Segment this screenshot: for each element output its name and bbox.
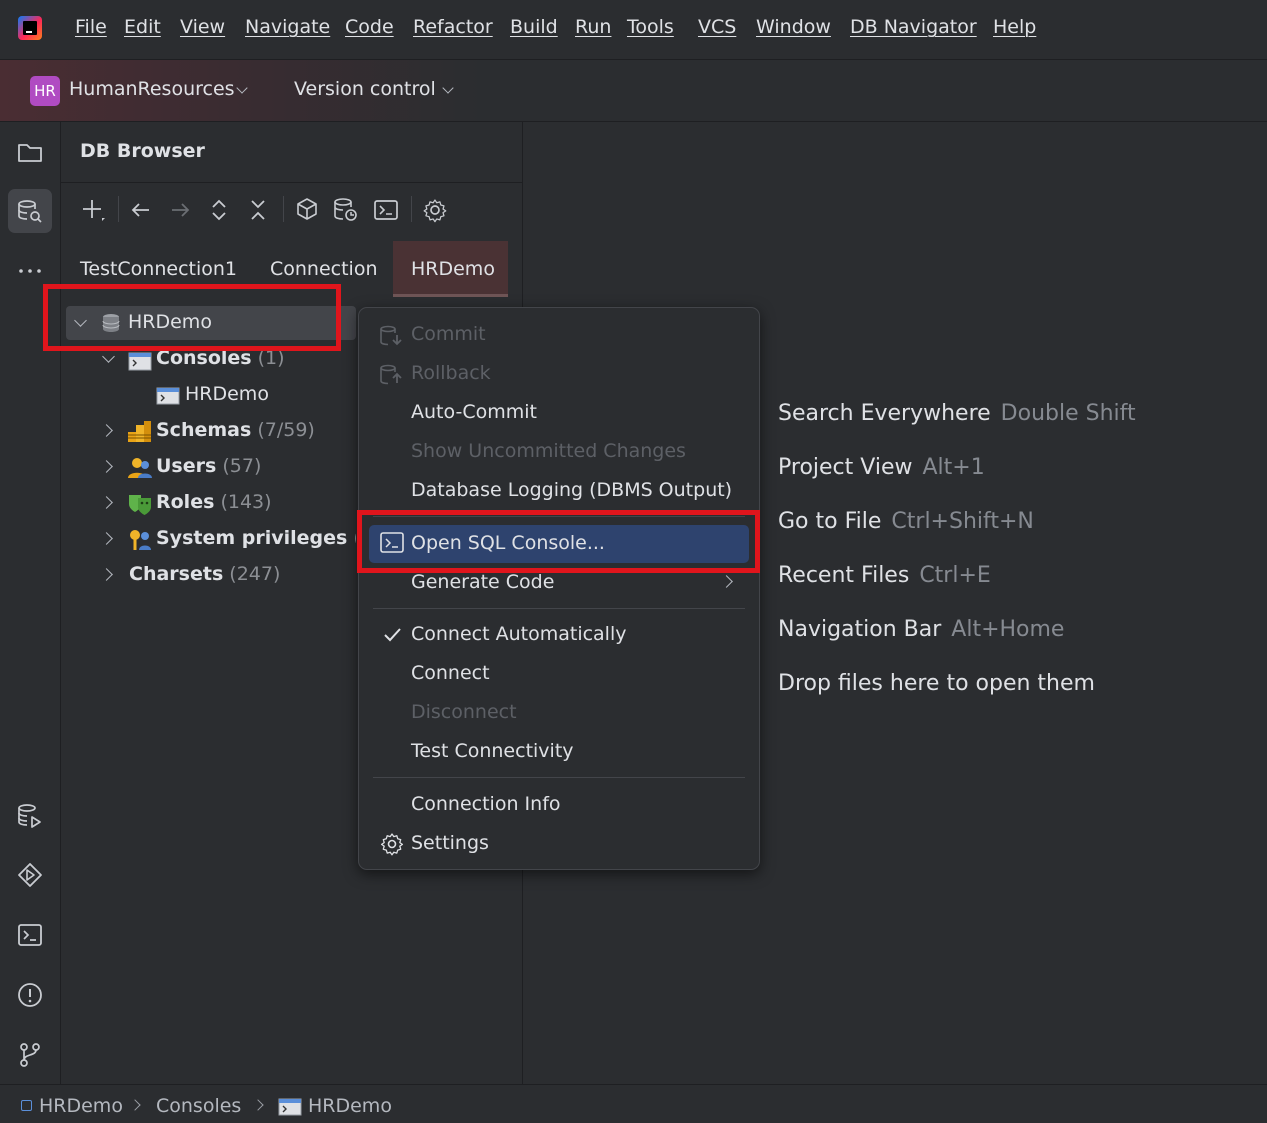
menu-commit[interactable]: Commit — [411, 323, 486, 345]
panel-title: DB Browser — [80, 140, 205, 162]
project-badge[interactable]: HR — [30, 76, 60, 106]
connection-icon — [21, 1100, 32, 1111]
users-icon — [127, 456, 153, 485]
db-run-icon[interactable] — [8, 794, 52, 838]
menu-generate-code[interactable]: Generate Code — [411, 571, 554, 593]
rollback-icon — [379, 363, 403, 392]
toolbar-separator — [283, 196, 284, 222]
folder-icon[interactable] — [8, 130, 52, 174]
toolbar-separator — [118, 196, 119, 222]
collapse-all-icon[interactable] — [244, 196, 272, 224]
menu-settings[interactable]: Settings — [411, 832, 489, 854]
menu-db-navigator[interactable]: DB Navigator — [850, 16, 977, 42]
menu-disconnect[interactable]: Disconnect — [411, 701, 517, 723]
intellij-logo-icon[interactable] — [18, 16, 42, 40]
menu-refactor[interactable]: Refactor — [413, 16, 493, 42]
hint-drop-files: Drop files here to open them — [778, 671, 1095, 696]
terminal-icon[interactable] — [8, 913, 52, 957]
menu-show-uncommitted-changes[interactable]: Show Uncommitted Changes — [411, 440, 686, 462]
tree-item-users[interactable]: Users (57) — [156, 455, 261, 487]
hint-project-view: Project View Alt+1 — [778, 455, 985, 480]
divider — [61, 182, 523, 183]
tree-item-console-hrdemo[interactable]: HRDemo — [185, 383, 269, 415]
console-icon[interactable] — [372, 196, 400, 224]
consoles-icon — [128, 350, 152, 377]
console-file-icon — [156, 386, 180, 411]
menu-separator — [373, 608, 745, 609]
check-icon — [382, 625, 402, 650]
db-browser-icon[interactable] — [8, 189, 52, 233]
menu-separator — [373, 777, 745, 778]
hint-recent-files: Recent Files Ctrl+E — [778, 563, 991, 588]
expand-all-icon[interactable] — [205, 196, 233, 224]
tree-item-system-privileges[interactable]: System privileges (2 — [156, 527, 356, 559]
settings-icon[interactable] — [421, 196, 449, 224]
hint-navigation-bar: Navigation Bar Alt+Home — [778, 617, 1065, 642]
problems-icon[interactable] — [8, 973, 52, 1017]
menu-code[interactable]: Code — [345, 16, 394, 42]
menu-build[interactable]: Build — [510, 16, 558, 42]
menu-tools[interactable]: Tools — [627, 16, 674, 42]
menu-run[interactable]: Run — [575, 16, 611, 42]
add-icon[interactable] — [80, 196, 108, 224]
tree-item-roles[interactable]: Roles (143) — [156, 491, 272, 523]
tree-item-charsets[interactable]: Charsets (247) — [129, 563, 280, 595]
commit-icon — [379, 324, 403, 353]
annotation-highlight-open-sql — [357, 510, 760, 573]
console-file-icon — [278, 1097, 302, 1122]
menu-view[interactable]: View — [180, 16, 225, 42]
git-icon[interactable] — [8, 1033, 52, 1077]
project-selector[interactable]: HumanResources — [69, 78, 235, 100]
forward-icon[interactable] — [166, 196, 194, 224]
roles-icon — [127, 492, 153, 521]
hint-go-to-file: Go to File Ctrl+Shift+N — [778, 509, 1034, 534]
menu-test-connectivity[interactable]: Test Connectivity — [411, 740, 574, 762]
breadcrumb-consoles[interactable]: Consoles — [156, 1095, 241, 1117]
breadcrumb-console-hrdemo[interactable]: HRDemo — [308, 1095, 392, 1117]
gear-icon — [380, 832, 404, 861]
privileges-icon — [127, 528, 153, 557]
tab-hrdemo[interactable]: HRDemo — [393, 241, 508, 297]
menu-auto-commit[interactable]: Auto-Commit — [411, 401, 537, 423]
annotation-highlight-root — [43, 284, 341, 351]
tree-item-schemas[interactable]: Schemas (7/59) — [156, 419, 315, 451]
back-icon[interactable] — [127, 196, 155, 224]
toolbar-separator — [411, 196, 412, 222]
tree-item-consoles[interactable]: Consoles (1) — [156, 347, 285, 379]
menu-navigate[interactable]: Navigate — [245, 16, 330, 42]
services-icon[interactable] — [8, 853, 52, 897]
menu-database-logging[interactable]: Database Logging (DBMS Output) — [411, 479, 732, 501]
breadcrumb-hrdemo[interactable]: HRDemo — [39, 1095, 123, 1117]
schema-icon[interactable] — [332, 196, 360, 224]
menu-file[interactable]: File — [75, 16, 107, 42]
hint-search-everywhere: Search Everywhere Double Shift — [778, 401, 1136, 426]
object-icon[interactable] — [293, 196, 321, 224]
menu-vcs[interactable]: VCS — [698, 16, 736, 42]
menu-help[interactable]: Help — [993, 16, 1036, 42]
menu-connection-info[interactable]: Connection Info — [411, 793, 561, 815]
menu-window[interactable]: Window — [756, 16, 831, 42]
menu-edit[interactable]: Edit — [124, 16, 161, 42]
menu-rollback[interactable]: Rollback — [411, 362, 491, 384]
version-control-selector[interactable]: Version control — [294, 78, 436, 100]
menu-connect[interactable]: Connect — [411, 662, 490, 684]
schemas-icon — [127, 420, 153, 449]
menu-connect-automatically[interactable]: Connect Automatically — [411, 623, 627, 645]
